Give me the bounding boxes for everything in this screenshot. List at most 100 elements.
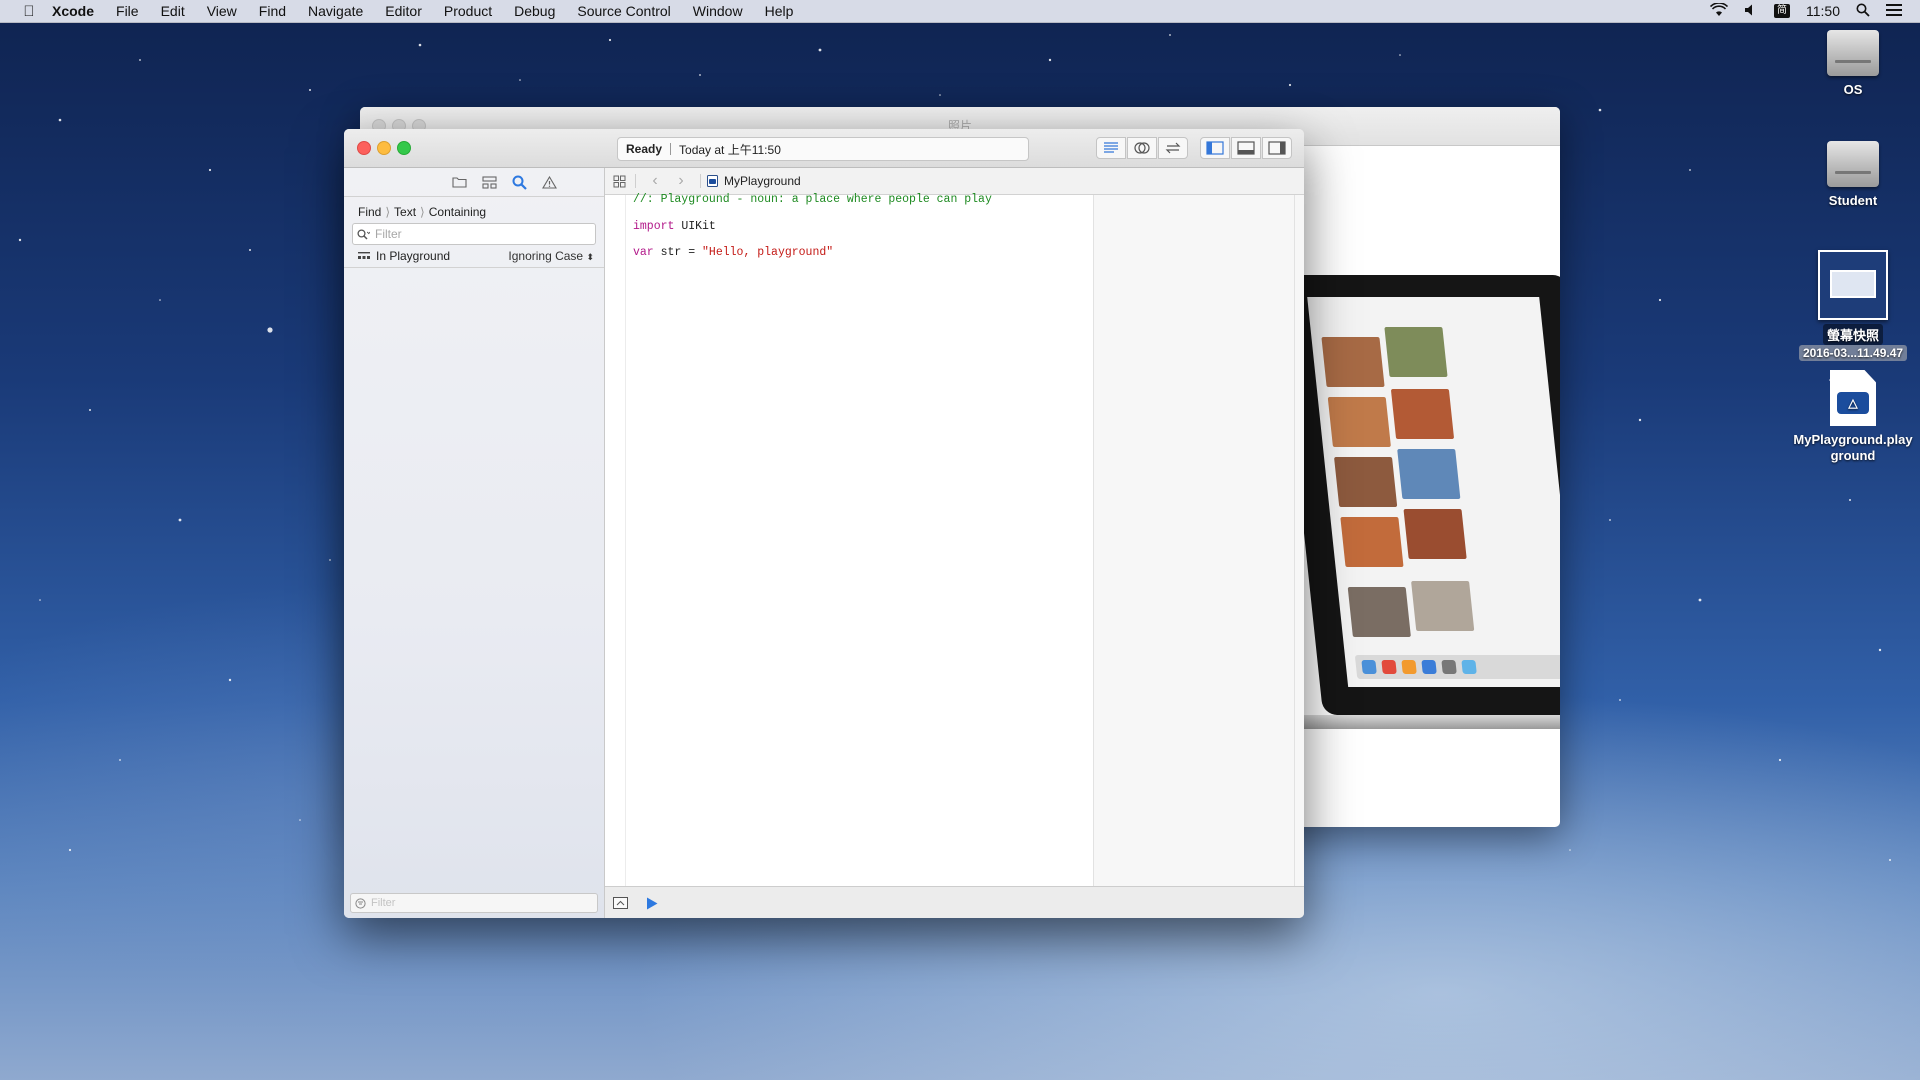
menu-edit[interactable]: Edit xyxy=(161,3,185,19)
toggle-navigator-button[interactable] xyxy=(1200,137,1230,159)
find-search-input[interactable] xyxy=(373,226,577,242)
issue-navigator-warning-icon[interactable] xyxy=(541,174,557,190)
desktop-icon-label: 螢幕快照 xyxy=(1822,324,1883,345)
toggle-debug-area-button[interactable] xyxy=(1231,137,1261,159)
menu-find[interactable]: Find xyxy=(259,3,286,19)
navigator-filter-field[interactable] xyxy=(350,893,598,913)
editor-jump-bar: ‹ › MyPlayground xyxy=(605,168,1304,195)
laptop-illustration xyxy=(1276,275,1560,715)
hard-disk-icon xyxy=(1827,30,1879,76)
popup-arrows-icon: ⬍ xyxy=(586,252,594,262)
toggle-utilities-button[interactable] xyxy=(1262,137,1292,159)
menu-product[interactable]: Product xyxy=(444,3,492,19)
menu-help[interactable]: Help xyxy=(765,3,794,19)
xcode-toolbar: Ready Today at 上午11:50 xyxy=(344,129,1304,168)
menu-app-name[interactable]: Xcode xyxy=(52,3,94,19)
show-debug-area-icon[interactable] xyxy=(613,897,628,909)
forward-arrow-icon[interactable]: › xyxy=(668,172,694,190)
case-sensitivity-label: Ignoring Case xyxy=(508,249,584,263)
notification-center-icon[interactable] xyxy=(1886,3,1902,19)
version-editor-icon xyxy=(1165,142,1181,154)
code-string-literal: "Hello, playground" xyxy=(702,246,834,259)
code-line-1: //: Playground - noun: a place where peo… xyxy=(633,193,1093,207)
activity-timestamp: Today at 上午11:50 xyxy=(679,142,781,157)
activity-viewer: Ready Today at 上午11:50 xyxy=(617,137,1029,161)
playground-file-icon xyxy=(707,175,718,187)
find-mode-find[interactable]: Find xyxy=(358,205,381,219)
source-editor[interactable]: //: Playground - noun: a place where peo… xyxy=(605,193,1304,886)
code-comment: //: Playground - noun: a place where peo… xyxy=(633,193,992,206)
menu-source-control[interactable]: Source Control xyxy=(577,3,670,19)
symbol-navigator-icon[interactable] xyxy=(481,174,497,190)
desktop-icon-screenshot[interactable]: 螢幕快照 2016-03...11.49.47 xyxy=(1788,250,1918,361)
magnifier-icon xyxy=(357,228,370,240)
menu-debug[interactable]: Debug xyxy=(514,3,555,19)
code-line-5: var str = "Hello, playground" xyxy=(633,240,1093,266)
close-window-button[interactable] xyxy=(357,141,371,155)
menu-bar:  Xcode File Edit View Find Navigate Edi… xyxy=(0,0,1920,23)
laptop-base-illustration xyxy=(1260,715,1560,729)
code-line-3: import UIKit xyxy=(633,214,1093,240)
volume-icon[interactable] xyxy=(1744,3,1758,20)
code-content[interactable]: //: Playground - noun: a place where peo… xyxy=(633,193,1093,266)
screenshot-file-icon xyxy=(1818,250,1888,320)
project-navigator-folder-icon[interactable] xyxy=(451,174,467,190)
navigator-filter-input[interactable] xyxy=(369,896,573,910)
find-mode-text[interactable]: Text xyxy=(394,205,416,219)
utilities-panel-icon xyxy=(1268,141,1286,155)
related-items-grid-icon[interactable] xyxy=(609,175,629,188)
desktop-icon-label: Student xyxy=(1828,193,1878,208)
assistant-editor-icon xyxy=(1134,142,1150,154)
code-keyword-var: var xyxy=(633,246,654,259)
menu-clock[interactable]: 11:50 xyxy=(1806,3,1840,19)
version-editor-button[interactable] xyxy=(1158,137,1188,159)
find-scope-row: In Playground Ignoring Case ⬍ xyxy=(358,249,594,263)
desktop-icon-playground[interactable]: △ MyPlayground.playground xyxy=(1788,370,1918,464)
find-search-field[interactable] xyxy=(352,223,596,245)
xcode-window[interactable]: Ready Today at 上午11:50 Find ⟩ Text ⟩ Con… xyxy=(344,129,1304,918)
desktop-icon-label: MyPlayground.playground xyxy=(1793,432,1913,463)
playground-results-sidebar xyxy=(1093,195,1295,886)
menu-window[interactable]: Window xyxy=(693,3,743,19)
case-sensitivity-popup[interactable]: Ignoring Case ⬍ xyxy=(508,249,594,263)
input-method-icon[interactable]: 简 xyxy=(1774,4,1790,18)
filter-icon xyxy=(355,897,366,909)
breadcrumb-chevron-icon: ⟩ xyxy=(385,205,391,219)
run-play-icon[interactable] xyxy=(646,897,658,910)
breadcrumb-chevron-icon: ⟩ xyxy=(420,205,425,219)
find-scope-label[interactable]: In Playground xyxy=(376,249,450,263)
minimize-window-button[interactable] xyxy=(377,141,391,155)
wifi-icon[interactable] xyxy=(1709,1,1729,20)
debug-area-icon xyxy=(1237,141,1255,155)
debug-bar xyxy=(605,886,1304,918)
line-gutter xyxy=(605,195,626,886)
find-mode-containing[interactable]: Containing xyxy=(429,205,486,219)
code-keyword-import: import xyxy=(633,220,675,233)
desktop-icon-student[interactable]: Student xyxy=(1788,141,1918,208)
menu-navigate[interactable]: Navigate xyxy=(308,3,363,19)
menu-file[interactable]: File xyxy=(116,3,139,19)
assistant-editor-button[interactable] xyxy=(1127,137,1157,159)
standard-editor-button[interactable] xyxy=(1096,137,1126,159)
results-scrollbar[interactable] xyxy=(1294,195,1304,886)
desktop-icon-os[interactable]: OS xyxy=(1788,30,1918,97)
find-navigator: Find ⟩ Text ⟩ Containing In Playground I… xyxy=(344,168,605,918)
desktop-icon-label-line2: 2016-03...11.49.47 xyxy=(1798,345,1908,361)
navigator-panel-icon xyxy=(1206,141,1224,155)
navigator-tab-bar xyxy=(344,168,604,197)
apple-menu-icon[interactable]:  xyxy=(20,3,38,20)
desktop-icon-label: OS xyxy=(1843,82,1863,97)
activity-status: Ready xyxy=(626,142,663,156)
menu-editor[interactable]: Editor xyxy=(385,3,422,19)
playground-file-icon: △ xyxy=(1830,370,1876,426)
jump-bar-file-name[interactable]: MyPlayground xyxy=(724,174,801,188)
scope-list-icon xyxy=(358,252,370,259)
menu-view[interactable]: View xyxy=(207,3,237,19)
zoom-window-button[interactable] xyxy=(397,141,411,155)
find-navigator-search-icon[interactable] xyxy=(511,174,527,190)
back-arrow-icon[interactable]: ‹ xyxy=(642,172,668,190)
find-mode-breadcrumb: Find ⟩ Text ⟩ Containing xyxy=(358,205,486,219)
spotlight-icon[interactable] xyxy=(1856,3,1870,20)
code-identifier: str = xyxy=(653,246,703,259)
hard-disk-icon xyxy=(1827,141,1879,187)
